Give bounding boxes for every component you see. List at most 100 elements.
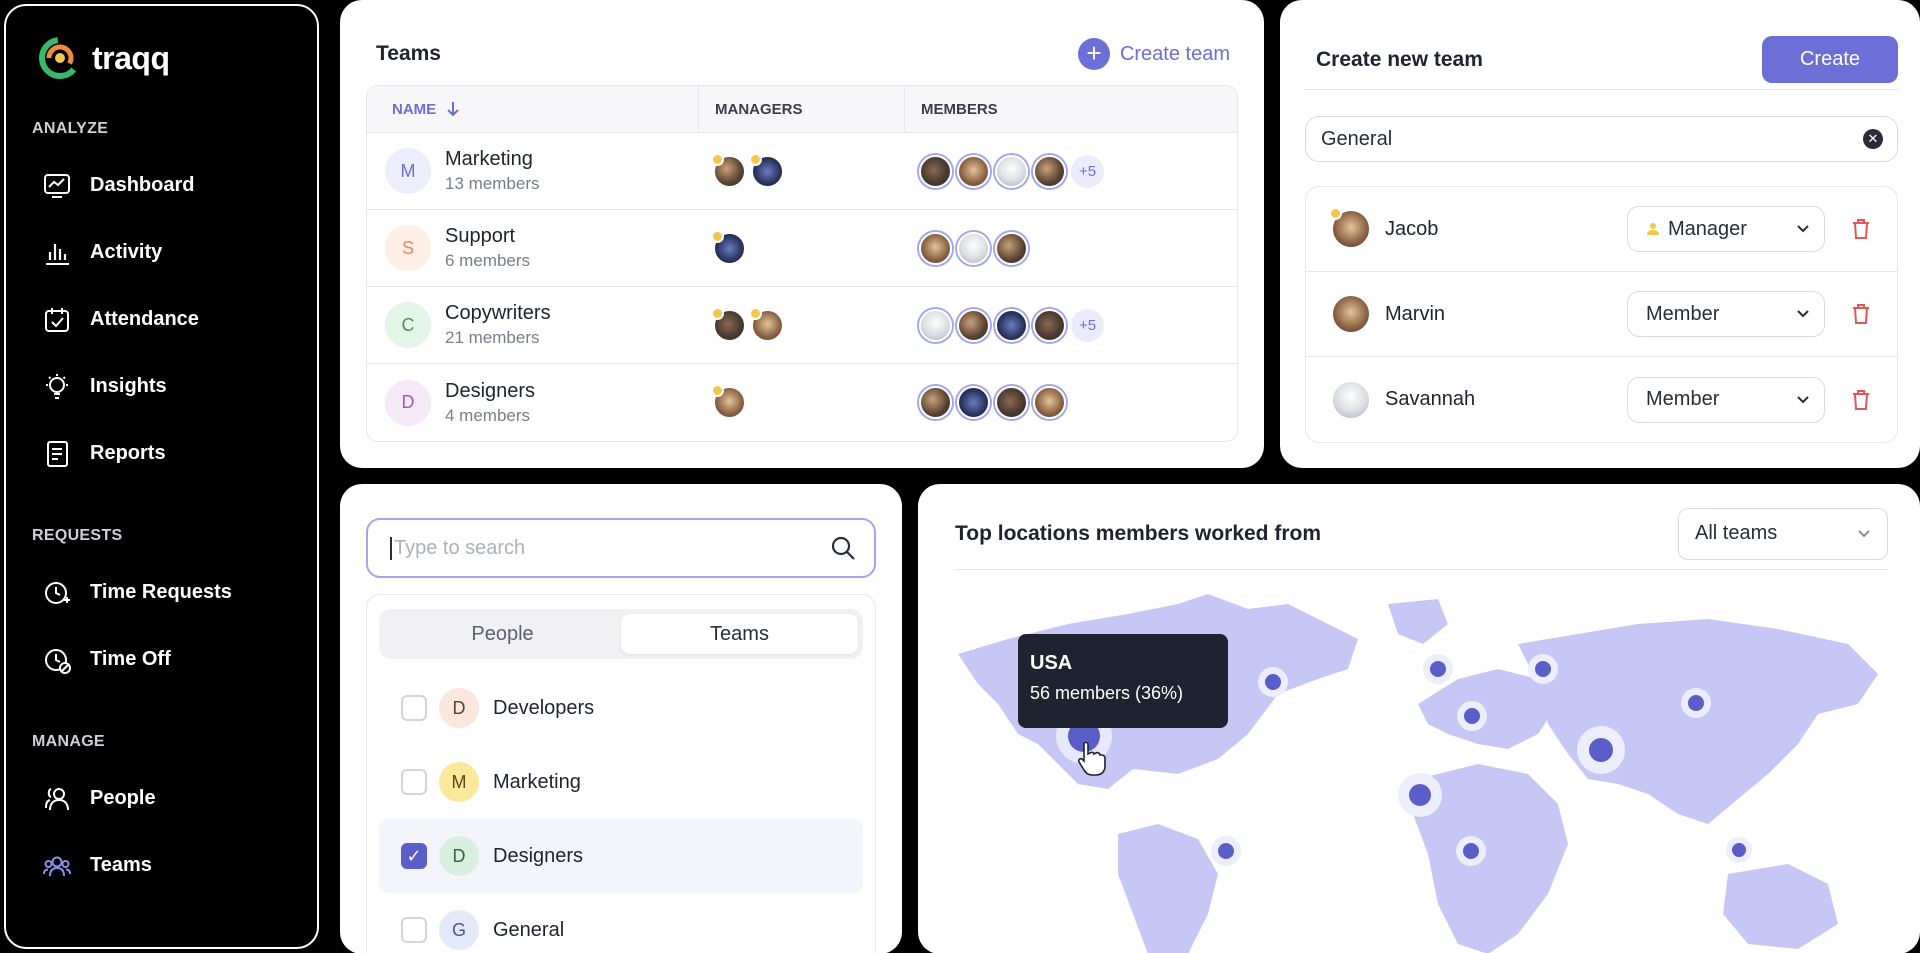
location-marker[interactable]	[1464, 708, 1480, 724]
member-name: Savannah	[1385, 388, 1476, 410]
team-option-label: Marketing	[493, 770, 581, 793]
team-filter-value: All teams	[1695, 522, 1778, 544]
table-row[interactable]: S Support 6 members	[367, 210, 1237, 287]
clock-off-icon	[45, 648, 71, 674]
location-marker[interactable]	[1535, 661, 1551, 677]
chevron-down-icon	[1797, 225, 1809, 233]
south-america-shape	[1118, 824, 1218, 953]
team-name-value: General	[1321, 127, 1393, 150]
member-avatar	[995, 231, 1028, 265]
location-marker[interactable]	[1589, 738, 1613, 762]
member-avatar	[919, 154, 952, 188]
team-name-cell: M Marketing 13 members	[367, 148, 699, 194]
clear-icon[interactable]: ✕	[1863, 129, 1883, 149]
traqq-logo-icon	[39, 37, 81, 79]
create-button[interactable]: Create	[1761, 36, 1898, 83]
managers-cell	[699, 152, 905, 188]
chevron-down-icon	[1797, 310, 1809, 318]
checkbox[interactable]	[401, 917, 427, 943]
sidebar-item-activity[interactable]: Activity	[32, 219, 291, 286]
teams-table: NAME MANAGERS MEMBERS M Marketing 13 mem…	[366, 85, 1238, 442]
team-avatar: D	[439, 836, 479, 876]
sidebar-item-time-requests[interactable]: Time Requests	[32, 559, 291, 626]
manager-star-icon	[749, 306, 762, 320]
create-team-title: Create new team	[1316, 47, 1483, 71]
trash-icon[interactable]	[1851, 218, 1871, 240]
column-header-name[interactable]: NAME	[367, 86, 699, 132]
checkbox[interactable]: ✓	[401, 843, 427, 869]
team-option-label: Developers	[493, 696, 595, 719]
location-marker[interactable]	[1688, 695, 1704, 711]
team-name-cell: D Designers 4 members	[367, 379, 699, 426]
greenland-shape	[1388, 599, 1448, 644]
tab-teams[interactable]: Teams	[621, 614, 858, 654]
team-option[interactable]: D Developers	[379, 671, 863, 745]
chevron-down-icon	[1797, 395, 1809, 403]
member-avatar	[995, 386, 1028, 419]
search-icon[interactable]	[830, 535, 856, 561]
location-marker[interactable]	[1409, 784, 1431, 806]
table-row[interactable]: D Designers 4 members	[367, 364, 1237, 441]
team-name-input[interactable]: General ✕	[1305, 116, 1898, 162]
role-select[interactable]: Manager	[1627, 206, 1825, 252]
sidebar-item-label: People	[90, 787, 156, 809]
member-avatar	[919, 386, 952, 419]
sidebar-item-dashboard[interactable]: Dashboard	[32, 152, 291, 219]
location-marker[interactable]	[1265, 674, 1281, 690]
checkbox[interactable]	[401, 695, 427, 721]
team-member-count: 21 members	[445, 328, 540, 347]
sidebar-item-reports[interactable]: Reports	[32, 420, 291, 487]
location-marker[interactable]	[1430, 661, 1446, 677]
team-option[interactable]: M Marketing	[379, 745, 863, 819]
app-logo[interactable]: traqq	[38, 36, 291, 80]
member-avatar	[957, 308, 990, 342]
role-select[interactable]: Member	[1627, 376, 1825, 423]
create-team-button[interactable]: + Create team	[1077, 38, 1230, 70]
team-name: Support	[445, 225, 516, 247]
sidebar-item-time-off[interactable]: Time Off	[32, 626, 291, 693]
manager-avatar	[711, 384, 746, 419]
member-row: Marvin Member	[1306, 272, 1897, 357]
team-member-count: 4 members	[445, 405, 531, 425]
teams-panel: Teams + Create team NAME MANAGERS MEMBER…	[340, 0, 1264, 468]
location-marker[interactable]	[1732, 843, 1746, 857]
checkbox[interactable]	[401, 769, 427, 795]
sidebar-item-teams[interactable]: Teams	[32, 832, 291, 899]
sidebar-item-people[interactable]: People	[32, 765, 291, 832]
more-members-badge[interactable]: +5	[1071, 154, 1104, 188]
team-member-count: 6 members	[445, 251, 531, 270]
member-avatar	[957, 154, 990, 188]
team-search-panel: Type to search People Teams D Developers…	[340, 484, 902, 953]
managers-cell	[699, 229, 905, 265]
more-members-badge[interactable]: +5	[1071, 308, 1104, 342]
trash-icon[interactable]	[1851, 303, 1871, 325]
table-row[interactable]: M Marketing 13 members +5	[367, 133, 1237, 210]
location-marker[interactable]	[1218, 843, 1234, 859]
members-cell	[905, 386, 1071, 419]
role-select[interactable]: Member	[1627, 291, 1825, 337]
member-avatar	[957, 231, 990, 265]
search-input[interactable]: Type to search	[366, 518, 876, 578]
team-option[interactable]: G General	[379, 893, 863, 953]
tab-people[interactable]: People	[384, 614, 621, 654]
nav-section-requests: REQUESTS	[32, 527, 123, 544]
team-option[interactable]: ✓ D Designers	[379, 819, 863, 893]
sidebar-item-attendance[interactable]: Attendance	[32, 286, 291, 353]
members-cell: +5	[905, 308, 1104, 342]
sidebar-item-insights[interactable]: Insights	[32, 353, 291, 420]
member-avatar	[995, 308, 1028, 342]
calendar-check-icon	[45, 307, 69, 332]
sidebar-item-label: Dashboard	[90, 174, 195, 196]
map-title: Top locations members worked from	[955, 521, 1322, 545]
member-row: Jacob Manager	[1306, 187, 1897, 272]
location-tooltip: USA 56 members (36%)	[1018, 634, 1228, 728]
manager-avatar	[711, 229, 746, 265]
manager-avatar	[749, 306, 784, 342]
table-row[interactable]: C Copywriters 21 members +5	[367, 287, 1237, 364]
team-filter-select[interactable]: All teams	[1678, 507, 1888, 560]
location-marker[interactable]	[1463, 843, 1479, 859]
create-team-panel: Create new team Create General ✕ Jacob M…	[1280, 0, 1920, 468]
member-avatar	[1033, 308, 1066, 342]
member-avatar	[1033, 154, 1066, 188]
trash-icon[interactable]	[1851, 389, 1871, 411]
